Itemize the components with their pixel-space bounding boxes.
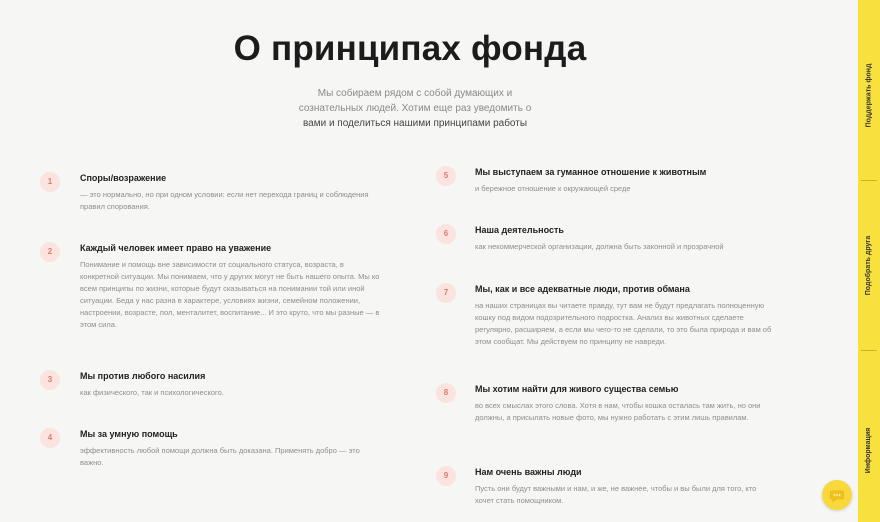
- intro-line-2: сознательных людей. Хотим еще раз уведом…: [298, 103, 532, 114]
- principle-number-badge: 2: [40, 242, 60, 262]
- principle-number-badge: 8: [436, 383, 456, 403]
- main-content: О принципах фонда Мы собираем рядом с со…: [0, 0, 858, 522]
- sidebar-tab-find-friend[interactable]: Подобрать друга: [858, 190, 880, 340]
- principle-item: Нам очень важны люди Пусть они будут важ…: [475, 466, 775, 507]
- principle-item: Наша деятельность как некоммерческой орг…: [475, 224, 775, 253]
- principle-text: и бережное отношение к окружающей среде: [475, 184, 631, 193]
- principle-text: Понимание и помощь вне зависимости от со…: [80, 260, 380, 329]
- principle-text: во всех смыслах этого слова. Хотя в нам,…: [475, 401, 761, 422]
- principle-number-badge: 7: [436, 283, 456, 303]
- sidebar-tab-label: Подобрать друга: [865, 235, 873, 295]
- sidebar-tab-label: Информация: [865, 427, 873, 473]
- principle-title: Мы за умную помощь: [80, 429, 178, 439]
- principle-item: Мы, как и все адекватные люди, против об…: [475, 283, 775, 348]
- principle-text: — это нормально, но при одном условии: е…: [80, 190, 369, 211]
- principle-text: Пусть они будут важными и нам, и же, не …: [475, 484, 757, 505]
- sidebar-divider: [861, 350, 877, 351]
- chat-bubble-icon: [830, 490, 844, 503]
- sidebar-tab-label: Поддержать фонд: [865, 63, 873, 127]
- principle-title: Нам очень важны люди: [475, 467, 582, 477]
- principle-title: Мы хотим найти для живого существа семью: [475, 384, 679, 394]
- intro-line-1: Мы собираем рядом с собой думающих и: [317, 88, 513, 99]
- principle-item: Каждый человек имеет право на уважение П…: [80, 242, 380, 331]
- principle-item: Мы за умную помощь эффективность любой п…: [80, 428, 380, 469]
- sidebar-tab-support-fund[interactable]: Поддержать фонд: [858, 20, 880, 170]
- principle-item: Мы против любого насилия как физического…: [80, 370, 380, 399]
- principle-title: Мы, как и все адекватные люди, против об…: [475, 284, 690, 294]
- principle-number-badge: 4: [40, 428, 60, 448]
- principle-title: Каждый человек имеет право на уважение: [80, 243, 272, 253]
- principle-text: как некоммерческой организации, должна б…: [475, 242, 724, 251]
- intro-text: Мы собираем рядом с собой думающих и соз…: [270, 86, 560, 131]
- principle-title: Мы выступаем за гуманное отношение к жив…: [475, 167, 707, 177]
- principle-text: на наших страницах вы читаете правду, ту…: [475, 301, 772, 346]
- principle-number-badge: 5: [436, 166, 456, 186]
- principle-item: Мы хотим найти для живого существа семью…: [475, 383, 775, 424]
- principle-text: эффективность любой помощи должна быть д…: [80, 446, 360, 467]
- principle-text: как физического, так и психологического.: [80, 388, 224, 397]
- intro-line-3: вами и поделиться нашими принципами рабо…: [302, 118, 528, 129]
- chat-button[interactable]: [822, 480, 852, 510]
- principle-number-badge: 6: [436, 224, 456, 244]
- sidebar-divider: [861, 180, 877, 181]
- principle-number-badge: 3: [40, 370, 60, 390]
- sidebar-tab-information[interactable]: Информация: [858, 400, 880, 500]
- right-sidebar: Поддержать фонд Подобрать друга Информац…: [858, 0, 880, 522]
- principle-item: Споры/возражение — это нормально, но при…: [80, 172, 380, 213]
- principle-number-badge: 9: [436, 466, 456, 486]
- page-title: О принципах фонда: [233, 29, 587, 68]
- principle-title: Наша деятельность: [475, 225, 564, 235]
- principle-title: Споры/возражение: [80, 173, 167, 183]
- principle-number-badge: 1: [40, 172, 60, 192]
- principle-item: Мы выступаем за гуманное отношение к жив…: [475, 166, 775, 195]
- principle-title: Мы против любого насилия: [80, 371, 206, 381]
